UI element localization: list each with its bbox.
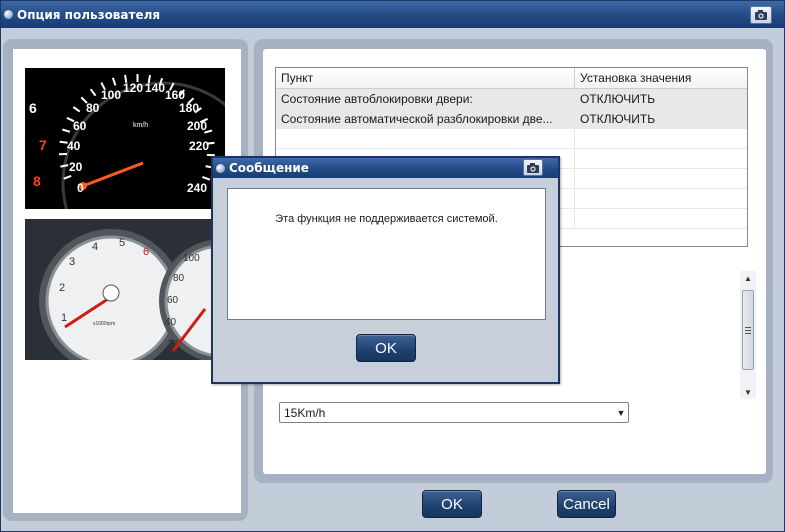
row-value: ОТКЛЮЧИТЬ bbox=[580, 112, 656, 126]
tacho-tick-label: 4 bbox=[92, 241, 98, 253]
tacho-tick-label: 6 bbox=[143, 246, 149, 258]
speed-small-tick-label: 80 bbox=[173, 273, 185, 284]
speed-tick-label: 120 bbox=[123, 81, 143, 95]
speed-tick-label: 60 bbox=[73, 119, 87, 133]
scroll-thumb[interactable] bbox=[742, 290, 754, 370]
dialog-ok-button[interactable]: OK bbox=[356, 334, 416, 362]
speed-tick-label: 140 bbox=[145, 81, 165, 95]
speed-tick-label: 180 bbox=[179, 101, 199, 115]
tachometer-image: 1 2 3 4 5 6 x1000rpm 20 40 60 80 100 bbox=[25, 219, 225, 360]
dialog-camera-icon[interactable] bbox=[523, 159, 543, 176]
column-header-value[interactable]: Установка значения bbox=[575, 68, 747, 88]
dialog-message-area: Эта функция не поддерживается системой. bbox=[227, 188, 546, 320]
tacho-tick-label: 5 bbox=[119, 237, 125, 249]
speed-select[interactable]: 15Km/h ▼ bbox=[279, 402, 629, 423]
vertical-scrollbar[interactable]: ▲ ▼ bbox=[740, 271, 756, 399]
table-row-empty bbox=[276, 129, 747, 149]
row-value: ОТКЛЮЧИТЬ bbox=[580, 92, 656, 106]
dialog-titlebar[interactable]: Сообщение bbox=[213, 158, 558, 178]
speed-unit-label: km/h bbox=[133, 122, 148, 129]
dialog-orb-icon bbox=[216, 163, 225, 173]
speed-tick-label: 160 bbox=[165, 88, 185, 102]
table-row[interactable]: Состояние автоматической разблокировки д… bbox=[276, 109, 747, 129]
speed-tick-label: 240 bbox=[187, 181, 207, 195]
chevron-down-icon: ▼ bbox=[616, 407, 626, 418]
row-item-label: Состояние автоблокировки двери: bbox=[281, 92, 473, 106]
speed-small-tick-label: 40 bbox=[165, 317, 177, 328]
column-header-item[interactable]: Пункт bbox=[276, 68, 575, 88]
rpm-tick-8: 8 bbox=[33, 173, 41, 189]
message-dialog: Сообщение Эта функция не поддерживается … bbox=[211, 156, 560, 384]
table-row[interactable]: Состояние автоблокировки двери: ОТКЛЮЧИТ… bbox=[276, 89, 747, 109]
tacho-tick-label: 2 bbox=[59, 282, 65, 294]
speed-tick-label: 20 bbox=[69, 160, 83, 174]
dialog-title: Сообщение bbox=[229, 161, 309, 175]
window-titlebar[interactable]: Опция пользователя bbox=[1, 1, 784, 28]
speed-tick-label: 0 bbox=[77, 181, 84, 195]
speed-tick-label: 220 bbox=[189, 139, 209, 153]
dialog-message: Эта функция не поддерживается системой. bbox=[275, 213, 498, 225]
speed-tick-label: 40 bbox=[67, 139, 81, 153]
speed-select-value: 15Km/h bbox=[284, 405, 326, 420]
left-panel-content: km/h 8 7 6 0 20 40 60 80 100 120 140 160 bbox=[13, 49, 241, 513]
screenshot-camera-icon[interactable] bbox=[750, 6, 772, 24]
tacho-tick-label: 1 bbox=[61, 312, 67, 324]
speedometer-image: km/h 8 7 6 0 20 40 60 80 100 120 140 160 bbox=[25, 68, 225, 209]
tacho-unit-label: x1000rpm bbox=[93, 321, 115, 327]
window-orb-icon bbox=[4, 10, 13, 19]
row-item-label: Состояние автоматической разблокировки д… bbox=[281, 112, 553, 126]
table-header: Пункт Установка значения bbox=[276, 68, 747, 89]
grip-icon bbox=[745, 326, 751, 334]
scroll-up-icon[interactable]: ▲ bbox=[740, 271, 756, 285]
speed-small-tick-label: 60 bbox=[167, 295, 179, 306]
speed-small-tick-label: 100 bbox=[183, 253, 200, 264]
rpm-tick-6: 6 bbox=[29, 100, 37, 116]
speed-tick-label: 80 bbox=[86, 101, 100, 115]
rpm-tick-7: 7 bbox=[39, 137, 47, 153]
speed-tick-label: 200 bbox=[187, 119, 207, 133]
scroll-down-icon[interactable]: ▼ bbox=[740, 385, 756, 399]
speed-tick-label: 100 bbox=[101, 88, 121, 102]
ok-button[interactable]: OK bbox=[422, 490, 482, 518]
cancel-button[interactable]: Cancel bbox=[557, 490, 616, 518]
window-title: Опция пользователя bbox=[17, 7, 161, 22]
tacho-tick-label: 3 bbox=[69, 256, 75, 268]
